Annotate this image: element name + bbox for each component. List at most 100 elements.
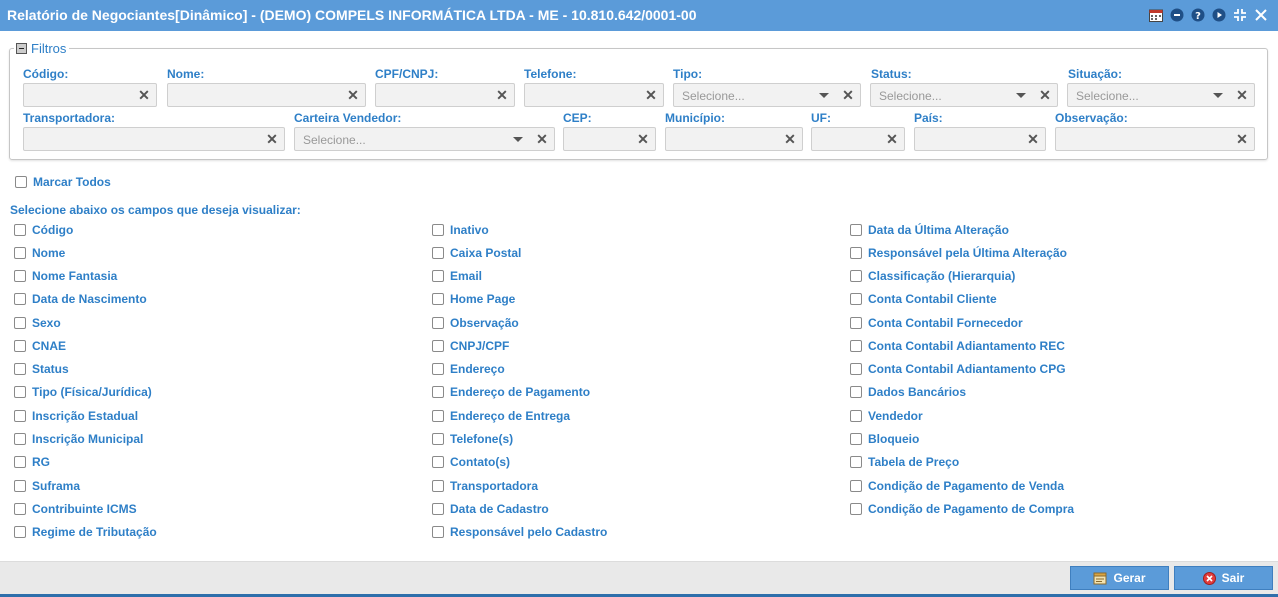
field-checkbox-label[interactable]: Observação <box>450 316 519 330</box>
codigo-input[interactable]: ✕ <box>23 83 157 107</box>
field-checkbox[interactable] <box>850 386 862 398</box>
clear-icon[interactable]: ✕ <box>1027 132 1039 146</box>
field-checkbox-label[interactable]: Contribuinte ICMS <box>32 502 137 516</box>
clear-icon[interactable]: ✕ <box>886 132 898 146</box>
field-checkbox-label[interactable]: Condição de Pagamento de Venda <box>868 479 1064 493</box>
field-checkbox-label[interactable]: Código <box>32 223 73 237</box>
clear-icon[interactable]: ✕ <box>496 88 508 102</box>
field-checkbox[interactable] <box>14 293 26 305</box>
clear-icon[interactable]: ✕ <box>1236 132 1248 146</box>
field-checkbox-label[interactable]: CNAE <box>32 339 66 353</box>
field-checkbox[interactable] <box>432 526 444 538</box>
field-checkbox[interactable] <box>850 224 862 236</box>
field-checkbox-label[interactable]: Caixa Postal <box>450 246 521 260</box>
field-checkbox[interactable] <box>432 293 444 305</box>
cpf-cnpj-input[interactable]: ✕ <box>375 83 515 107</box>
field-checkbox-label[interactable]: Endereço <box>450 362 505 376</box>
clear-icon[interactable]: ✕ <box>347 88 359 102</box>
field-checkbox[interactable] <box>14 503 26 515</box>
field-checkbox-label[interactable]: Conta Contabil Adiantamento REC <box>868 339 1065 353</box>
municipio-input[interactable]: ✕ <box>665 127 803 151</box>
field-checkbox-label[interactable]: CNPJ/CPF <box>450 339 509 353</box>
field-checkbox-label[interactable]: Conta Contabil Cliente <box>868 292 997 306</box>
select-all-label[interactable]: Marcar Todos <box>33 175 111 189</box>
calendar-icon[interactable] <box>1148 7 1163 23</box>
field-checkbox-label[interactable]: Home Page <box>450 292 515 306</box>
chevron-down-icon[interactable] <box>1212 89 1224 101</box>
field-checkbox-label[interactable]: Conta Contabil Fornecedor <box>868 316 1023 330</box>
field-checkbox-label[interactable]: Classificação (Hierarquia) <box>868 269 1015 283</box>
filters-legend[interactable]: Filtros <box>14 40 70 56</box>
status-select[interactable]: Selecione... ✕ <box>870 83 1058 107</box>
field-checkbox-label[interactable]: Sexo <box>32 316 61 330</box>
field-checkbox-label[interactable]: RG <box>32 455 50 469</box>
field-checkbox-label[interactable]: Tipo (Física/Jurídica) <box>32 385 152 399</box>
field-checkbox-label[interactable]: Data de Cadastro <box>450 502 549 516</box>
field-checkbox-label[interactable]: Suframa <box>32 479 80 493</box>
minimize-icon[interactable] <box>1169 7 1184 23</box>
field-checkbox[interactable] <box>14 410 26 422</box>
field-checkbox-label[interactable]: Inscrição Municipal <box>32 432 143 446</box>
field-checkbox[interactable] <box>14 247 26 259</box>
field-checkbox[interactable] <box>850 340 862 352</box>
field-checkbox-label[interactable]: Transportadora <box>450 479 538 493</box>
field-checkbox[interactable] <box>850 270 862 282</box>
chevron-down-icon[interactable] <box>1015 89 1027 101</box>
clear-icon[interactable]: ✕ <box>536 132 548 146</box>
situacao-select[interactable]: Selecione... ✕ <box>1067 83 1255 107</box>
chevron-down-icon[interactable] <box>512 133 524 145</box>
field-checkbox[interactable] <box>432 433 444 445</box>
field-checkbox[interactable] <box>14 270 26 282</box>
field-checkbox[interactable] <box>432 410 444 422</box>
field-checkbox[interactable] <box>14 224 26 236</box>
field-checkbox-label[interactable]: Nome <box>32 246 65 260</box>
field-checkbox[interactable] <box>14 317 26 329</box>
help-icon[interactable]: ? <box>1190 7 1205 23</box>
field-checkbox[interactable] <box>432 363 444 375</box>
field-checkbox-label[interactable]: Endereço de Entrega <box>450 409 570 423</box>
clear-icon[interactable]: ✕ <box>637 132 649 146</box>
clear-icon[interactable]: ✕ <box>784 132 796 146</box>
field-checkbox-label[interactable]: Status <box>32 362 69 376</box>
field-checkbox[interactable] <box>14 456 26 468</box>
field-checkbox[interactable] <box>850 293 862 305</box>
field-checkbox-label[interactable]: Endereço de Pagamento <box>450 385 590 399</box>
field-checkbox[interactable] <box>432 317 444 329</box>
field-checkbox-label[interactable]: Telefone(s) <box>450 432 513 446</box>
field-checkbox[interactable] <box>14 433 26 445</box>
clear-icon[interactable]: ✕ <box>266 132 278 146</box>
field-checkbox[interactable] <box>432 340 444 352</box>
field-checkbox-label[interactable]: Tabela de Preço <box>868 455 959 469</box>
select-all-checkbox[interactable] <box>15 176 27 188</box>
transportadora-input[interactable]: ✕ <box>23 127 285 151</box>
field-checkbox[interactable] <box>850 363 862 375</box>
field-checkbox[interactable] <box>14 480 26 492</box>
field-checkbox[interactable] <box>850 456 862 468</box>
field-checkbox-label[interactable]: Regime de Tributação <box>32 525 157 539</box>
generate-button[interactable]: Gerar <box>1070 566 1169 590</box>
field-checkbox-label[interactable]: Nome Fantasia <box>32 269 117 283</box>
field-checkbox-label[interactable]: Data de Nascimento <box>32 292 147 306</box>
field-checkbox[interactable] <box>14 340 26 352</box>
play-icon[interactable] <box>1211 7 1226 23</box>
chevron-down-icon[interactable] <box>818 89 830 101</box>
clear-icon[interactable]: ✕ <box>1039 88 1051 102</box>
field-checkbox-label[interactable]: Vendedor <box>868 409 923 423</box>
field-checkbox[interactable] <box>14 386 26 398</box>
clear-icon[interactable]: ✕ <box>1236 88 1248 102</box>
telefone-input[interactable]: ✕ <box>524 83 664 107</box>
field-checkbox[interactable] <box>850 410 862 422</box>
pais-input[interactable]: ✕ <box>914 127 1046 151</box>
observacao-filter-input[interactable]: ✕ <box>1055 127 1255 151</box>
clear-icon[interactable]: ✕ <box>645 88 657 102</box>
field-checkbox-label[interactable]: Condição de Pagamento de Compra <box>868 502 1074 516</box>
clear-icon[interactable]: ✕ <box>842 88 854 102</box>
field-checkbox[interactable] <box>432 456 444 468</box>
field-checkbox-label[interactable]: Conta Contabil Adiantamento CPG <box>868 362 1066 376</box>
field-checkbox-label[interactable]: Contato(s) <box>450 455 510 469</box>
field-checkbox[interactable] <box>432 480 444 492</box>
field-checkbox[interactable] <box>850 247 862 259</box>
field-checkbox-label[interactable]: Inscrição Estadual <box>32 409 138 423</box>
field-checkbox[interactable] <box>14 363 26 375</box>
field-checkbox-label[interactable]: Data da Última Alteração <box>868 223 1009 237</box>
